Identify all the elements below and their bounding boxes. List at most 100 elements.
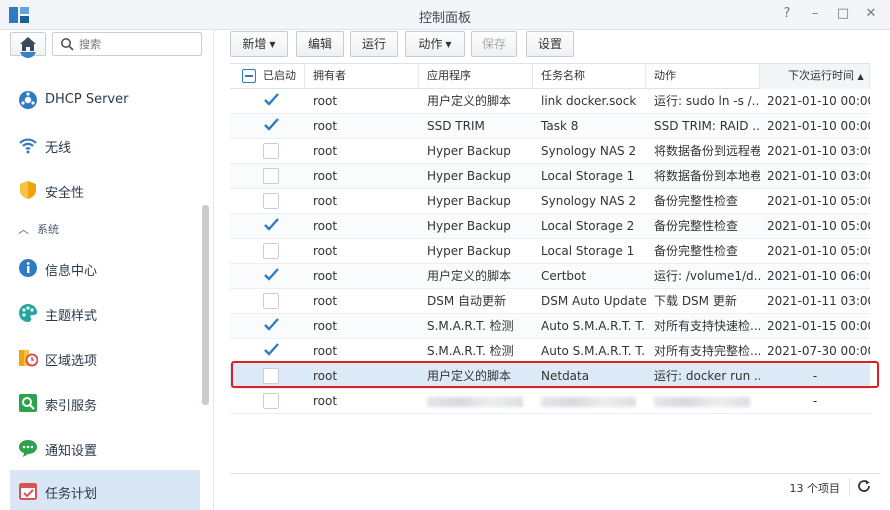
sidebar-item-task-scheduler[interactable]: 任务计划 bbox=[10, 470, 200, 510]
cell-owner: root bbox=[313, 169, 338, 183]
sidebar-item-label: 任务计划 bbox=[45, 487, 98, 502]
cell-next: 2021-01-15 00:00 bbox=[767, 319, 870, 333]
col-task-name[interactable]: 任务名称 bbox=[533, 64, 646, 89]
sidebar-section-system[interactable]: ︿ 系统 bbox=[18, 221, 59, 237]
table-row[interactable]: root DSM 自动更新 DSM Auto Update 下载 DSM 更新 2021… bbox=[230, 289, 870, 314]
table-row[interactable]: root Hyper Backup Synology NAS 2 备份完整性检查 202… bbox=[230, 189, 870, 214]
grid-header: 已启动 拥有者 应用程序 任务名称 动作 下次运行时间 ▲ bbox=[230, 64, 870, 89]
sidebar-item-notification[interactable]: 通知设置 bbox=[10, 429, 200, 467]
enabled-checkbox-checked[interactable] bbox=[263, 318, 279, 334]
sidebar-scrollbar[interactable] bbox=[202, 205, 209, 405]
partial-item-icon bbox=[18, 52, 42, 58]
cell-owner: root bbox=[313, 269, 338, 283]
cell-task: Local Storage 1 bbox=[541, 244, 635, 258]
redacted-text bbox=[541, 396, 636, 407]
minimize-icon[interactable]: – bbox=[808, 6, 822, 22]
sidebar-item-regional-options[interactable]: 区域选项 bbox=[10, 339, 200, 377]
table-row[interactable]: root Hyper Backup Synology NAS 2 将数据备份到远程卷 2… bbox=[230, 139, 870, 164]
enabled-checkbox-checked[interactable] bbox=[263, 93, 279, 109]
search-field[interactable] bbox=[52, 32, 202, 56]
cell-owner: root bbox=[313, 94, 338, 108]
cell-next: 2021-01-10 05:00 bbox=[767, 244, 870, 258]
sidebar-item-theme[interactable]: 主题样式 bbox=[10, 294, 200, 332]
cell-task: Synology NAS 2 bbox=[541, 144, 637, 158]
sidebar-item-label: 通知设置 bbox=[45, 444, 98, 459]
cell-action: 下载 DSM 更新 bbox=[654, 294, 737, 308]
col-application[interactable]: 应用程序 bbox=[419, 64, 533, 89]
help-icon[interactable]: ? bbox=[780, 6, 794, 22]
sidebar: DHCP Server 无线 安全性 ︿ 系统 信息中心 主题样式 bbox=[0, 30, 214, 510]
search-input[interactable] bbox=[79, 36, 197, 52]
enabled-checkbox-checked[interactable] bbox=[263, 118, 279, 134]
table-row[interactable]: root 用户定义的脚本 link docker.sock 运行: sudo ln -… bbox=[230, 89, 870, 114]
grid-footer: 13 个项目 bbox=[230, 473, 880, 499]
col-enabled[interactable]: 已启动 bbox=[230, 64, 305, 89]
enabled-checkbox-checked[interactable] bbox=[263, 218, 279, 234]
table-row[interactable]: root 用户定义的脚本 Certbot 运行: /volume1/d... 2021-… bbox=[230, 264, 870, 289]
cell-owner: root bbox=[313, 144, 338, 158]
clock-icon bbox=[19, 350, 38, 367]
action-button[interactable]: 动作 ▼ bbox=[405, 31, 465, 57]
sidebar-item-label: 信息中心 bbox=[45, 264, 98, 279]
sidebar-item-security[interactable]: 安全性 bbox=[10, 171, 200, 209]
save-button[interactable]: 保存 bbox=[471, 31, 517, 57]
palette-icon bbox=[19, 304, 37, 322]
cell-next: 2021-01-10 03:00 bbox=[767, 144, 870, 158]
cell-app: SSD TRIM bbox=[427, 119, 485, 133]
cell-action: 运行: /volume1/d... bbox=[654, 269, 760, 283]
create-button[interactable]: 新增 ▼ bbox=[230, 31, 288, 57]
cell-next: 2021-01-10 00:00 bbox=[767, 94, 870, 108]
cell-next: 2021-01-10 03:00 bbox=[767, 169, 870, 183]
close-icon[interactable]: ✕ bbox=[864, 6, 878, 22]
cell-next: 2021-01-11 03:00 bbox=[767, 294, 870, 308]
enabled-checkbox[interactable] bbox=[263, 243, 279, 259]
sidebar-item-info-center[interactable]: 信息中心 bbox=[10, 249, 200, 287]
cell-app: Hyper Backup bbox=[427, 244, 511, 258]
search-index-icon bbox=[19, 394, 37, 412]
sidebar-item-dhcp-server[interactable]: DHCP Server bbox=[10, 81, 200, 119]
table-row[interactable]: root SSD TRIM Task 8 SSD TRIM: RAID ... 2021… bbox=[230, 114, 870, 139]
cell-action: 对所有支持快速检... bbox=[654, 319, 760, 333]
table-row[interactable]: root S.M.A.R.T. 检测 Auto S.M.A.R.T. T... 对所有… bbox=[230, 314, 870, 339]
col-action[interactable]: 动作 bbox=[646, 64, 760, 89]
cell-task bbox=[533, 389, 646, 414]
cell-app: S.M.A.R.T. 检测 bbox=[427, 319, 514, 333]
sort-asc-icon: ▲ bbox=[857, 72, 864, 81]
table-row[interactable]: root Hyper Backup Local Storage 1 备份完整性检查 20… bbox=[230, 239, 870, 264]
settings-button[interactable]: 设置 bbox=[526, 31, 574, 57]
sidebar-item-wireless[interactable]: 无线 bbox=[10, 126, 200, 164]
sidebar-item-label: DHCP Server bbox=[45, 92, 129, 107]
cell-app: 用户定义的脚本 bbox=[427, 269, 512, 283]
title-bar: 控制面板 ? – □ ✕ bbox=[0, 0, 890, 30]
cell-action: SSD TRIM: RAID ... bbox=[654, 119, 760, 133]
table-row[interactable]: root Hyper Backup Local Storage 1 将数据备份到本地卷… bbox=[230, 164, 870, 189]
cell-task: Certbot bbox=[541, 269, 587, 283]
col-next-run-time[interactable]: 下次运行时间 ▲ bbox=[760, 64, 870, 89]
sidebar-item-label: 无线 bbox=[45, 141, 72, 156]
enabled-checkbox[interactable] bbox=[263, 193, 279, 209]
refresh-icon[interactable] bbox=[856, 478, 872, 494]
sidebar-item-label: 主题样式 bbox=[45, 309, 98, 324]
table-row[interactable]: root - bbox=[230, 389, 870, 414]
table-row[interactable]: root Hyper Backup Local Storage 2 备份完整性检查 20… bbox=[230, 214, 870, 239]
cell-next: - bbox=[812, 394, 818, 408]
enabled-checkbox[interactable] bbox=[263, 168, 279, 184]
cell-task: link docker.sock bbox=[541, 94, 637, 108]
enabled-checkbox-checked[interactable] bbox=[263, 268, 279, 284]
enabled-checkbox-checked[interactable] bbox=[263, 343, 279, 359]
enabled-checkbox[interactable] bbox=[263, 293, 279, 309]
maximize-icon[interactable]: □ bbox=[836, 6, 850, 22]
window-title: 控制面板 bbox=[418, 11, 471, 26]
item-count: 13 个项目 bbox=[789, 482, 841, 495]
sidebar-item-indexing-service[interactable]: 索引服务 bbox=[10, 384, 200, 422]
enabled-checkbox[interactable] bbox=[263, 143, 279, 159]
cell-next: 2021-01-10 05:00 bbox=[767, 219, 870, 233]
footer-divider bbox=[849, 478, 850, 496]
col-owner[interactable]: 拥有者 bbox=[305, 64, 419, 89]
edit-button[interactable]: 编辑 bbox=[296, 31, 344, 57]
select-all-checkbox[interactable] bbox=[242, 69, 256, 83]
dhcp-icon bbox=[19, 91, 37, 109]
run-button[interactable]: 运行 bbox=[350, 31, 398, 57]
enabled-checkbox[interactable] bbox=[263, 393, 279, 409]
cell-app: Hyper Backup bbox=[427, 219, 511, 233]
